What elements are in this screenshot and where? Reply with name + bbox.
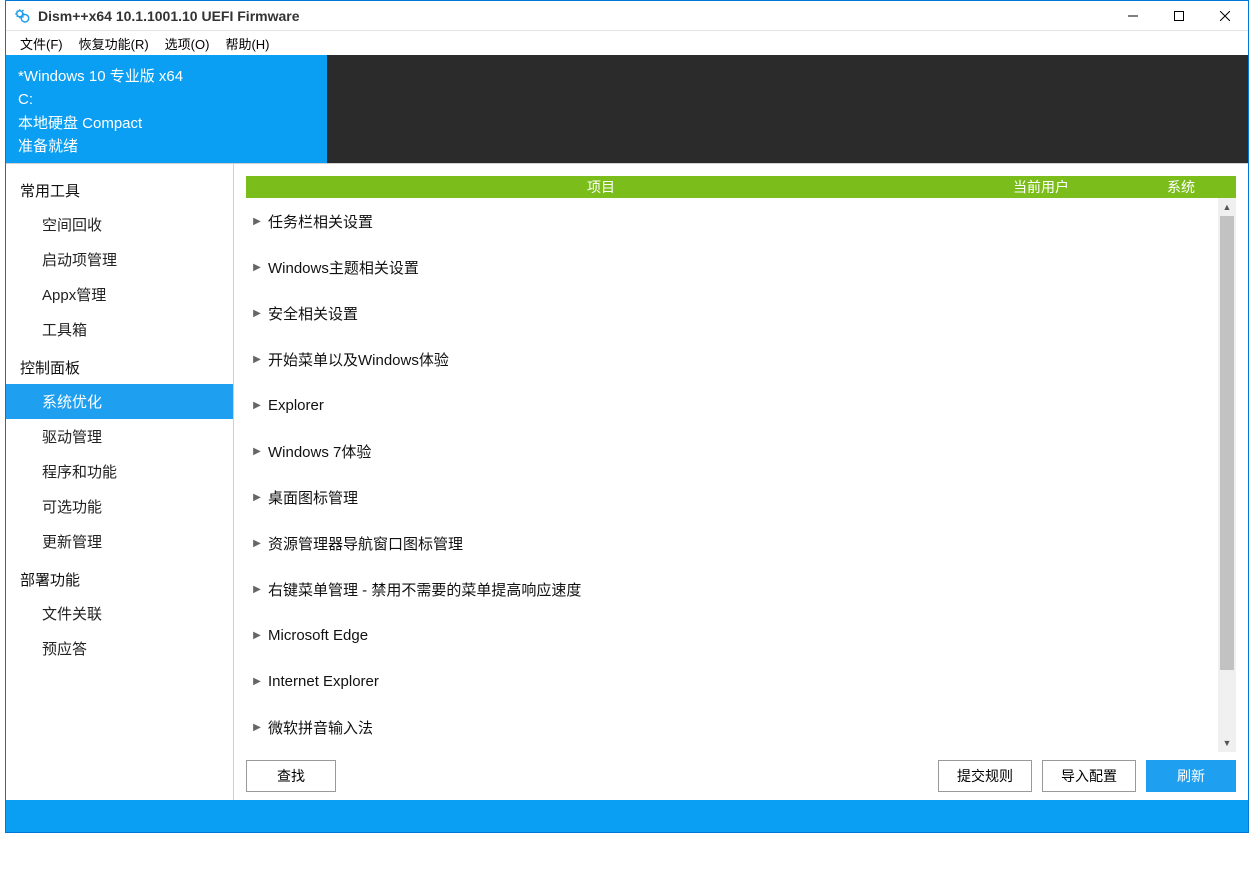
tree-item-label: 安全相关设置 [268,303,358,324]
tree-item-label: 开始菜单以及Windows体验 [268,349,449,370]
drive-line: C: [18,88,315,111]
disk-line: 本地硬盘 Compact [18,112,315,135]
sidebar-group-title: 常用工具 [6,170,233,207]
tree-item-label: Windows主题相关设置 [268,257,419,278]
expand-arrow-icon[interactable]: ▶ [246,446,268,457]
tree-container: ▶任务栏相关设置▶Windows主题相关设置▶安全相关设置▶开始菜单以及Wind… [246,198,1236,752]
sidebar-item[interactable]: 程序和功能 [6,454,233,489]
col-project[interactable]: 项目 [246,177,956,197]
column-headers: 项目 当前用户 系统 [246,176,1236,198]
col-system[interactable]: 系统 [1126,177,1236,197]
menu-recover[interactable]: 恢复功能(R) [73,32,155,55]
tree-item[interactable]: ▶Microsoft Edge [246,612,1214,658]
app-window: Dism++x64 10.1.1001.10 UEFI Firmware 文件(… [5,0,1249,833]
tree-item[interactable]: ▶资源管理器导航窗口图标管理 [246,520,1214,566]
menu-options[interactable]: 选项(O) [159,32,216,55]
tree-item-label: 任务栏相关设置 [268,211,373,232]
window-controls [1110,1,1248,31]
sidebar: 常用工具空间回收启动项管理Appx管理工具箱控制面板系统优化驱动管理程序和功能可… [6,164,234,800]
system-info-panel[interactable]: *Windows 10 专业版 x64 C: 本地硬盘 Compact 准备就绪 [6,55,327,163]
tree-item-label: Explorer [268,397,324,414]
vertical-scrollbar[interactable]: ▲ ▼ [1218,198,1236,752]
status-line: 准备就绪 [18,135,315,158]
expand-arrow-icon[interactable]: ▶ [246,722,268,733]
sidebar-group-title: 部署功能 [6,559,233,596]
body-area: 常用工具空间回收启动项管理Appx管理工具箱控制面板系统优化驱动管理程序和功能可… [6,163,1248,800]
menubar: 文件(F) 恢复功能(R) 选项(O) 帮助(H) [6,31,1248,55]
tree-item-label: Microsoft Edge [268,627,368,644]
sidebar-item[interactable]: 更新管理 [6,524,233,559]
tree-item[interactable]: ▶右键菜单管理 - 禁用不需要的菜单提高响应速度 [246,566,1214,612]
expand-arrow-icon[interactable]: ▶ [246,308,268,319]
close-button[interactable] [1202,1,1248,31]
tree-item[interactable]: ▶任务栏相关设置 [246,198,1214,244]
maximize-button[interactable] [1156,1,1202,31]
tree-item[interactable]: ▶Explorer [246,382,1214,428]
sidebar-item[interactable]: 启动项管理 [6,242,233,277]
sidebar-item[interactable]: Appx管理 [6,277,233,312]
minimize-button[interactable] [1110,1,1156,31]
find-button[interactable]: 查找 [246,760,336,792]
expand-arrow-icon[interactable]: ▶ [246,400,268,411]
sidebar-item[interactable]: 系统优化 [6,384,233,419]
sidebar-item[interactable]: 预应答 [6,631,233,666]
expand-arrow-icon[interactable]: ▶ [246,584,268,595]
tree-item[interactable]: ▶Windows主题相关设置 [246,244,1214,290]
scrollbar-thumb[interactable] [1220,216,1234,670]
tree-list: ▶任务栏相关设置▶Windows主题相关设置▶安全相关设置▶开始菜单以及Wind… [246,198,1214,752]
tree-item[interactable]: ▶桌面图标管理 [246,474,1214,520]
sidebar-item[interactable]: 工具箱 [6,312,233,347]
info-dark-area [327,55,1248,163]
tree-item[interactable]: ▶Internet Explorer [246,658,1214,704]
footer-buttons: 查找 提交规则 导入配置 刷新 [234,752,1248,800]
tree-item-label: Windows 7体验 [268,441,371,462]
main-area: 项目 当前用户 系统 ▶任务栏相关设置▶Windows主题相关设置▶安全相关设置… [234,164,1248,800]
tree-item-label: Internet Explorer [268,673,379,690]
refresh-button[interactable]: 刷新 [1146,760,1236,792]
scroll-up-arrow-icon[interactable]: ▲ [1218,198,1236,216]
sidebar-item[interactable]: 驱动管理 [6,419,233,454]
tree-item-label: 微软拼音输入法 [268,717,373,738]
scroll-down-arrow-icon[interactable]: ▼ [1218,734,1236,752]
expand-arrow-icon[interactable]: ▶ [246,676,268,687]
menu-help[interactable]: 帮助(H) [219,32,275,55]
tree-item-label: 资源管理器导航窗口图标管理 [268,533,463,554]
system-info-strip: *Windows 10 专业版 x64 C: 本地硬盘 Compact 准备就绪 [6,55,1248,163]
tree-item[interactable]: ▶微软拼音输入法 [246,704,1214,750]
col-current-user[interactable]: 当前用户 [956,177,1126,197]
menu-file[interactable]: 文件(F) [14,32,69,55]
expand-arrow-icon[interactable]: ▶ [246,538,268,549]
tree-item-label: 右键菜单管理 - 禁用不需要的菜单提高响应速度 [268,579,581,600]
expand-arrow-icon[interactable]: ▶ [246,354,268,365]
expand-arrow-icon[interactable]: ▶ [246,630,268,641]
sidebar-group-title: 控制面板 [6,347,233,384]
os-line: *Windows 10 专业版 x64 [18,65,315,88]
sidebar-item[interactable]: 空间回收 [6,207,233,242]
sidebar-item[interactable]: 文件关联 [6,596,233,631]
bottom-status-bar [6,800,1248,832]
window-title: Dism++x64 10.1.1001.10 UEFI Firmware [38,8,1110,24]
tree-item[interactable]: ▶开始菜单以及Windows体验 [246,336,1214,382]
titlebar: Dism++x64 10.1.1001.10 UEFI Firmware [6,1,1248,31]
tree-item[interactable]: ▶Windows 7体验 [246,428,1214,474]
import-config-button[interactable]: 导入配置 [1042,760,1136,792]
tree-item-label: 桌面图标管理 [268,487,358,508]
tree-item[interactable]: ▶安全相关设置 [246,290,1214,336]
expand-arrow-icon[interactable]: ▶ [246,492,268,503]
app-icon [12,6,32,26]
submit-rules-button[interactable]: 提交规则 [938,760,1032,792]
expand-arrow-icon[interactable]: ▶ [246,216,268,227]
sidebar-item[interactable]: 可选功能 [6,489,233,524]
expand-arrow-icon[interactable]: ▶ [246,262,268,273]
